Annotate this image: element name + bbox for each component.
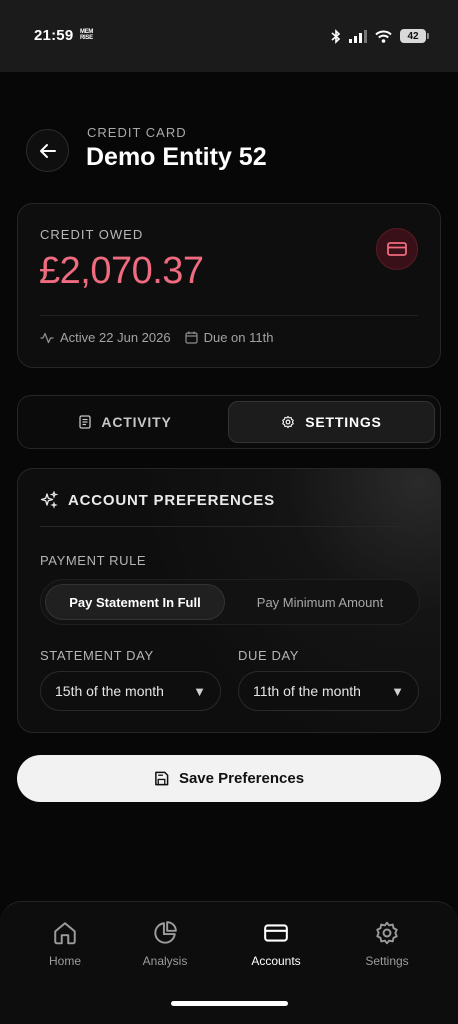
battery-icon: 42 <box>400 29 429 43</box>
active-date-text: Active 22 Jun 2026 <box>60 330 171 345</box>
signal-icon <box>349 29 367 43</box>
nav-accounts-label: Accounts <box>251 954 301 968</box>
payment-rule-toggle: Pay Statement In Full Pay Minimum Amount <box>40 579 420 625</box>
due-date-text: Due on 11th <box>203 330 274 345</box>
battery-level: 42 <box>407 30 419 42</box>
calendar-icon <box>184 331 198 344</box>
nav-home-label: Home <box>48 954 81 968</box>
payment-rule-label: PAYMENT RULE <box>40 553 147 568</box>
arrow-left-icon <box>39 143 56 158</box>
tab-settings-label: SETTINGS <box>305 414 382 430</box>
caret-down-icon: ▼ <box>391 683 404 699</box>
back-button[interactable] <box>26 129 69 172</box>
active-date: Active 22 Jun 2026 <box>40 330 171 345</box>
nav-analysis[interactable]: Analysis <box>120 920 210 968</box>
tab-bar: ACTIVITY SETTINGS <box>17 395 441 449</box>
balance-meta: Active 22 Jun 2026 Due on 11th <box>40 330 273 345</box>
tab-settings[interactable]: SETTINGS <box>228 401 435 443</box>
pie-chart-icon <box>154 921 177 944</box>
status-bar: 21:59 MEM RISE 42 <box>0 0 458 72</box>
payment-option-minimum[interactable]: Pay Minimum Amount <box>225 584 415 620</box>
document-icon <box>79 415 92 429</box>
tab-activity[interactable]: ACTIVITY <box>23 401 228 443</box>
credit-card-icon <box>387 242 407 256</box>
activity-icon <box>40 332 54 343</box>
page-title: Demo Entity 52 <box>86 143 267 171</box>
home-indicator[interactable] <box>171 1001 288 1006</box>
status-icons: 42 <box>331 27 429 45</box>
wifi-icon <box>375 30 392 43</box>
nav-home[interactable]: Home <box>20 920 110 968</box>
credit-card-badge <box>376 228 418 270</box>
divider <box>40 315 418 316</box>
save-preferences-label: Save Preferences <box>178 770 305 787</box>
nav-analysis-label: Analysis <box>142 954 188 968</box>
app-logo-icon: MEM RISE <box>80 29 94 41</box>
statement-day-label: STATEMENT DAY <box>40 648 154 663</box>
home-icon <box>54 922 76 945</box>
nav-settings-label: Settings <box>365 954 409 968</box>
divider <box>40 526 418 527</box>
payment-option-full[interactable]: Pay Statement In Full <box>45 584 225 620</box>
nav-accounts[interactable]: Accounts <box>231 920 321 968</box>
balance-amount: £2,070.37 <box>39 250 204 292</box>
screen: 21:59 MEM RISE 42 CREDIT CARD Demo Entit… <box>0 0 458 1024</box>
caret-down-icon: ▼ <box>193 683 206 699</box>
account-type-label: CREDIT CARD <box>87 125 187 140</box>
statement-day-select[interactable]: 15th of the month ▼ <box>40 671 221 711</box>
nav-settings[interactable]: Settings <box>342 920 432 968</box>
preferences-title: ACCOUNT PREFERENCES <box>68 491 275 509</box>
balance-card: CREDIT OWED £2,070.37 Active 22 Jun 2026 <box>17 203 441 368</box>
tab-activity-label: ACTIVITY <box>101 414 172 430</box>
due-date: Due on 11th <box>184 330 274 345</box>
save-preferences-button[interactable]: Save Preferences <box>17 755 441 802</box>
save-icon <box>155 771 169 786</box>
gear-icon <box>282 415 295 429</box>
account-preferences-card: ACCOUNT PREFERENCES PAYMENT RULE Pay Sta… <box>17 468 441 733</box>
status-time: 21:59 <box>34 27 74 44</box>
preferences-header: ACCOUNT PREFERENCES <box>40 491 275 509</box>
due-day-select[interactable]: 11th of the month ▼ <box>238 671 419 711</box>
due-day-label: DUE DAY <box>238 648 300 663</box>
gear-icon <box>376 921 398 945</box>
balance-label: CREDIT OWED <box>40 227 144 242</box>
due-day-value: 11th of the month <box>253 683 361 699</box>
bluetooth-icon <box>331 28 341 44</box>
statement-day-value: 15th of the month <box>55 683 164 699</box>
credit-card-icon <box>264 924 288 942</box>
sparkles-icon <box>40 491 58 509</box>
